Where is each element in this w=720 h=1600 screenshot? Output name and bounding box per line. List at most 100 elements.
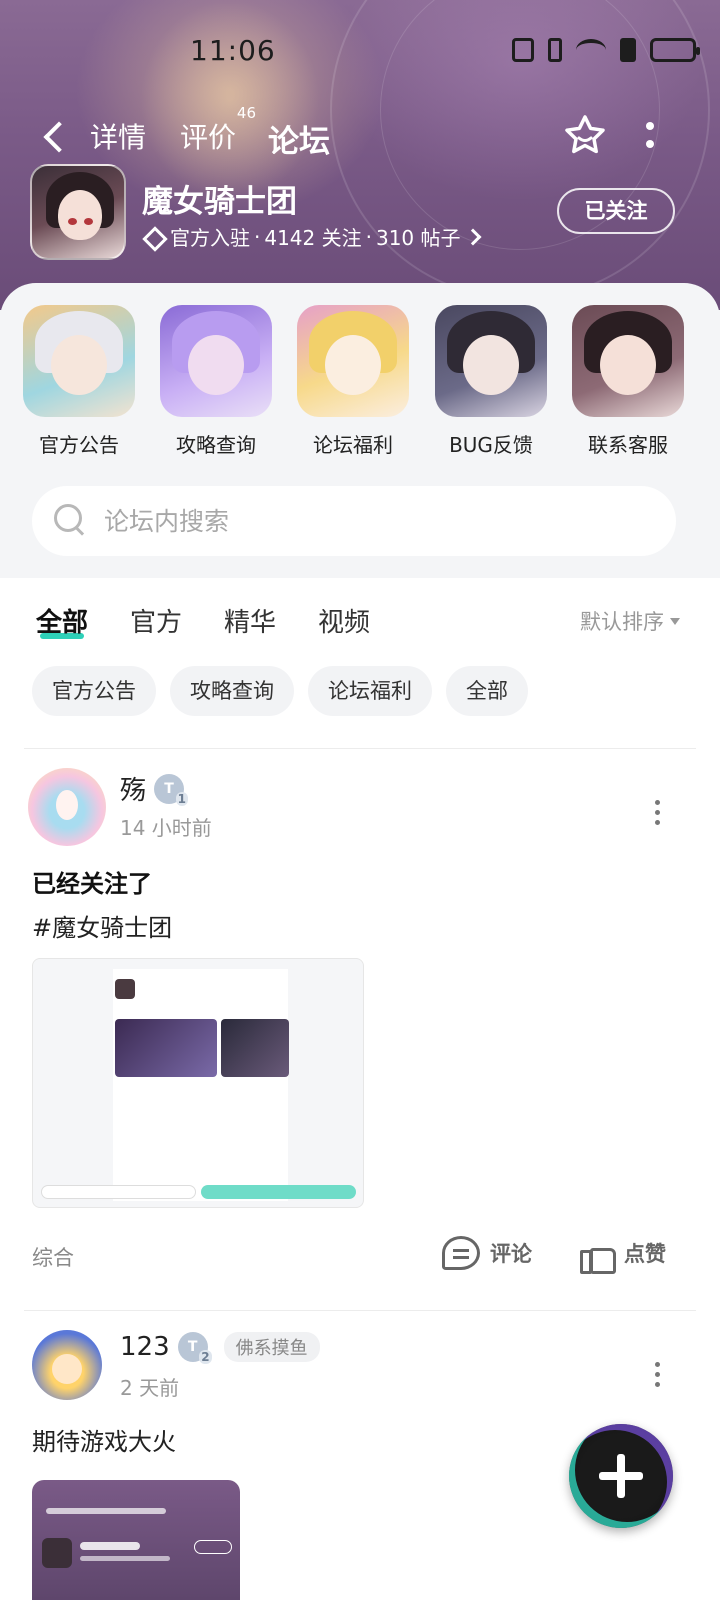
category-chips: 官方公告 攻略查询 论坛福利 全部 [32, 666, 528, 716]
quick-link-benefits[interactable]: 论坛福利 [297, 305, 409, 458]
quick-link-announcements[interactable]: 官方公告 [23, 305, 135, 458]
game-info: 魔女骑士团 官方入驻 · 4142 关注 · 310 帖子 已关注 [0, 162, 720, 262]
chip-guides[interactable]: 攻略查询 [170, 666, 294, 716]
filter-tab-official[interactable]: 官方 [130, 602, 182, 639]
image-banner [115, 1019, 217, 1077]
post-title: 已经关注了 [32, 870, 152, 898]
post-more-button[interactable] [650, 798, 666, 828]
chip-announcements[interactable]: 官方公告 [32, 666, 156, 716]
comment-button[interactable]: 评论 [442, 1236, 532, 1270]
author-name[interactable]: 殇 [120, 770, 146, 807]
dot [646, 122, 654, 130]
nfc-icon [512, 38, 534, 62]
tab-review[interactable]: 评价 46 [180, 104, 256, 156]
avatar-eye [84, 218, 93, 225]
review-count-badge: 46 [236, 104, 257, 122]
quick-link-label: 攻略查询 [176, 433, 256, 457]
dot [655, 810, 660, 815]
back-button[interactable] [38, 116, 74, 156]
author-line: 123 T2 佛系摸鱼 [120, 1332, 320, 1364]
quick-link-thumb [23, 305, 135, 417]
filter-tab-label: 精华 [224, 608, 277, 638]
quick-link-thumb [297, 305, 409, 417]
chip-benefits[interactable]: 论坛福利 [308, 666, 432, 716]
status-icons [512, 38, 700, 62]
battery-icon [650, 38, 700, 62]
post-image[interactable] [32, 958, 364, 1208]
author-avatar[interactable] [28, 768, 106, 846]
game-stats[interactable]: 官方入驻 · 4142 关注 · 310 帖子 [144, 222, 482, 251]
game-title: 魔女骑士团 [142, 184, 297, 220]
dot [655, 800, 660, 805]
tab-review-label: 评价 [180, 121, 237, 154]
quick-link-guides[interactable]: 攻略查询 [160, 305, 272, 458]
tab-forum-label: 论坛 [268, 124, 330, 160]
diamond-icon [144, 229, 162, 245]
image-bar [201, 1185, 356, 1199]
level-badge: T1 [154, 773, 189, 806]
quick-link-bug-report[interactable]: BUG反馈 [435, 305, 547, 458]
game-avatar[interactable] [30, 164, 126, 260]
dot [646, 140, 654, 148]
dot [655, 1372, 660, 1377]
image-avatar [42, 1538, 72, 1568]
wifi-icon [576, 39, 606, 61]
star-icon [565, 115, 605, 154]
image-banner [221, 1019, 289, 1077]
like-label: 点赞 [624, 1242, 666, 1266]
sort-dropdown[interactable]: 默认排序 [580, 606, 680, 636]
avatar-eye [68, 218, 77, 225]
level-number: 2 [199, 1350, 212, 1364]
thumbs-up-icon [580, 1236, 616, 1274]
alert-icon [620, 38, 636, 62]
filter-tab-label: 全部 [36, 608, 89, 638]
more-options-button[interactable] [640, 116, 660, 156]
dot [655, 820, 660, 825]
tab-forum[interactable]: 论坛 [268, 116, 330, 161]
game-header: 11:06 详情 评价 46 论坛 魔女骑士团 官方入驻 · 4142 关注 ·… [0, 0, 720, 310]
plus-icon [599, 1454, 643, 1498]
quick-link-thumb [435, 305, 547, 417]
image-bar [80, 1556, 170, 1561]
quick-link-label: BUG反馈 [449, 433, 533, 457]
nav-tabs: 详情 评价 46 论坛 [0, 104, 720, 166]
filter-tab-label: 官方 [130, 608, 183, 638]
follow-button[interactable]: 已关注 [557, 188, 675, 234]
forum-search[interactable] [32, 486, 676, 556]
filter-tabs: 全部 官方 精华 视频 默认排序 [0, 596, 720, 646]
tab-detail[interactable]: 详情 [90, 116, 146, 156]
post-item[interactable]: 殇 T1 14 小时前 已经关注了 #魔女骑士团 综合 评论 点赞 [0, 748, 720, 1308]
filter-tab-all[interactable]: 全部 [36, 602, 88, 639]
search-input[interactable] [104, 486, 644, 556]
avatar-face [58, 190, 102, 240]
post-image[interactable] [32, 1480, 240, 1600]
posts-count: 310 帖子 [375, 226, 461, 250]
user-tag: 佛系摸鱼 [223, 1332, 320, 1362]
new-post-button[interactable] [569, 1424, 673, 1528]
author-avatar[interactable] [32, 1330, 102, 1400]
favorite-button[interactable] [562, 112, 608, 158]
quick-links: 官方公告 攻略查询 论坛福利 BUG反馈 联系客服 [0, 305, 720, 458]
forum-sheet: 官方公告 攻略查询 论坛福利 BUG反馈 联系客服 论坛内搜索 全部 官方 精华… [0, 283, 720, 1600]
image-bar [46, 1508, 166, 1514]
comment-label: 评论 [490, 1242, 532, 1266]
chevron-right-icon [464, 228, 482, 245]
dot [655, 1382, 660, 1387]
quick-link-label: 联系客服 [588, 433, 668, 457]
filter-tab-featured[interactable]: 精华 [224, 602, 276, 639]
author-name[interactable]: 123 [120, 1332, 170, 1362]
tab-detail-label: 详情 [90, 121, 147, 154]
thumb-face [188, 335, 244, 395]
post-time: 14 小时前 [120, 816, 212, 840]
meta-separator: · [254, 224, 261, 249]
thumb-face [463, 335, 519, 395]
quick-link-support[interactable]: 联系客服 [572, 305, 684, 458]
chip-all[interactable]: 全部 [446, 666, 528, 716]
comment-icon [442, 1236, 480, 1270]
thumb-face [51, 335, 107, 395]
post-more-button[interactable] [650, 1360, 666, 1390]
status-bar: 11:06 [0, 30, 720, 74]
post-category: 综合 [32, 1246, 74, 1270]
like-button[interactable]: 点赞 [580, 1236, 666, 1274]
filter-tab-video[interactable]: 视频 [318, 602, 370, 639]
